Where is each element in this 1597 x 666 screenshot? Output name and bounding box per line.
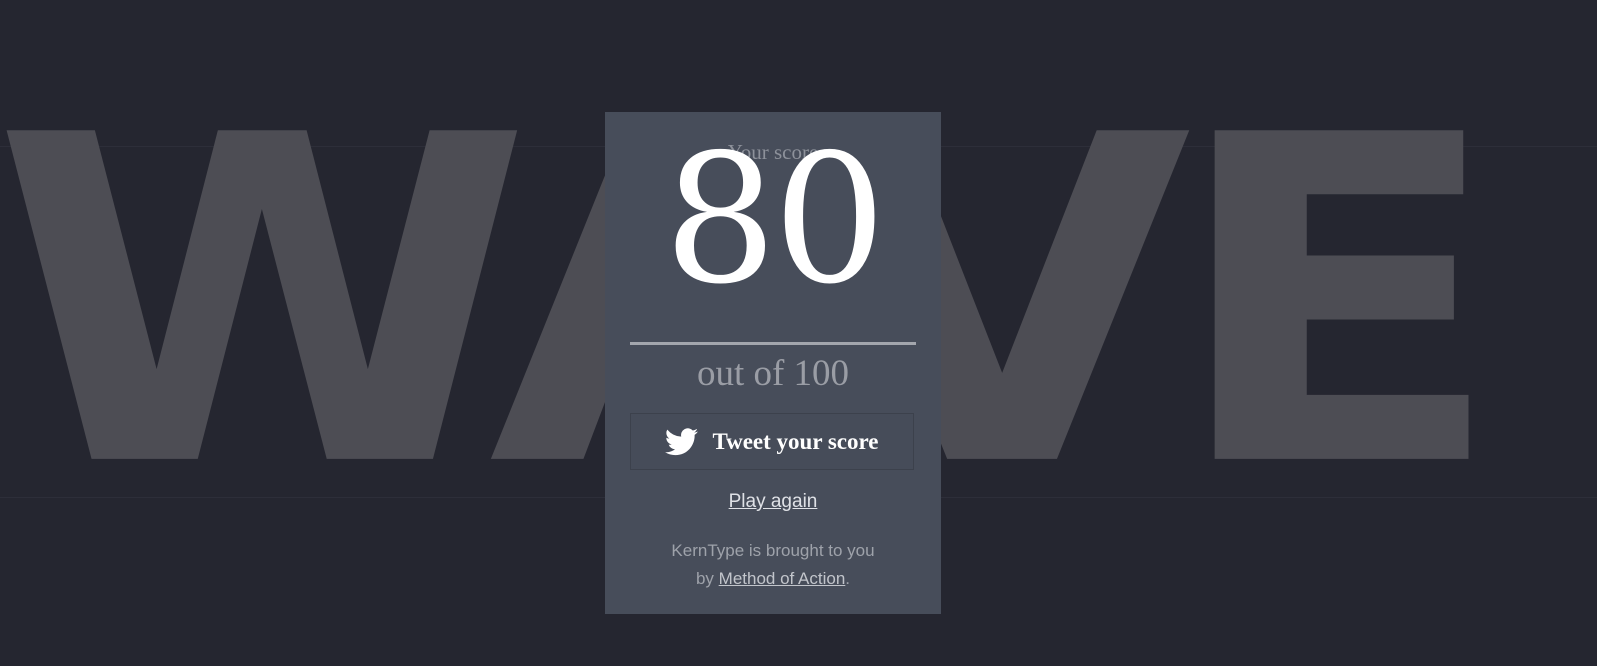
score-value: 80 bbox=[663, 116, 887, 323]
credit-by: by bbox=[695, 569, 714, 588]
tweet-button-label: Tweet your score bbox=[712, 428, 879, 454]
twitter-bird-icon bbox=[665, 427, 699, 456]
credit-text: KernType is brought to you by Method of … bbox=[605, 537, 941, 593]
game-stage: WAVE Your score 80 out of 100 Tweet your… bbox=[0, 0, 1597, 666]
tweet-score-button[interactable]: Tweet your score bbox=[630, 413, 914, 470]
credit-line-1: KernType is brought to you bbox=[671, 541, 875, 560]
play-again-link[interactable]: Play again bbox=[605, 491, 941, 513]
method-of-action-link[interactable]: Method of Action bbox=[719, 569, 846, 588]
credit-period: . bbox=[845, 569, 851, 588]
score-card: Your score 80 out of 100 Tweet your scor… bbox=[605, 112, 941, 614]
credit-line-2: by Method of Action. bbox=[605, 565, 941, 593]
out-of-total: out of 100 bbox=[696, 353, 850, 394]
score-divider bbox=[630, 342, 916, 345]
